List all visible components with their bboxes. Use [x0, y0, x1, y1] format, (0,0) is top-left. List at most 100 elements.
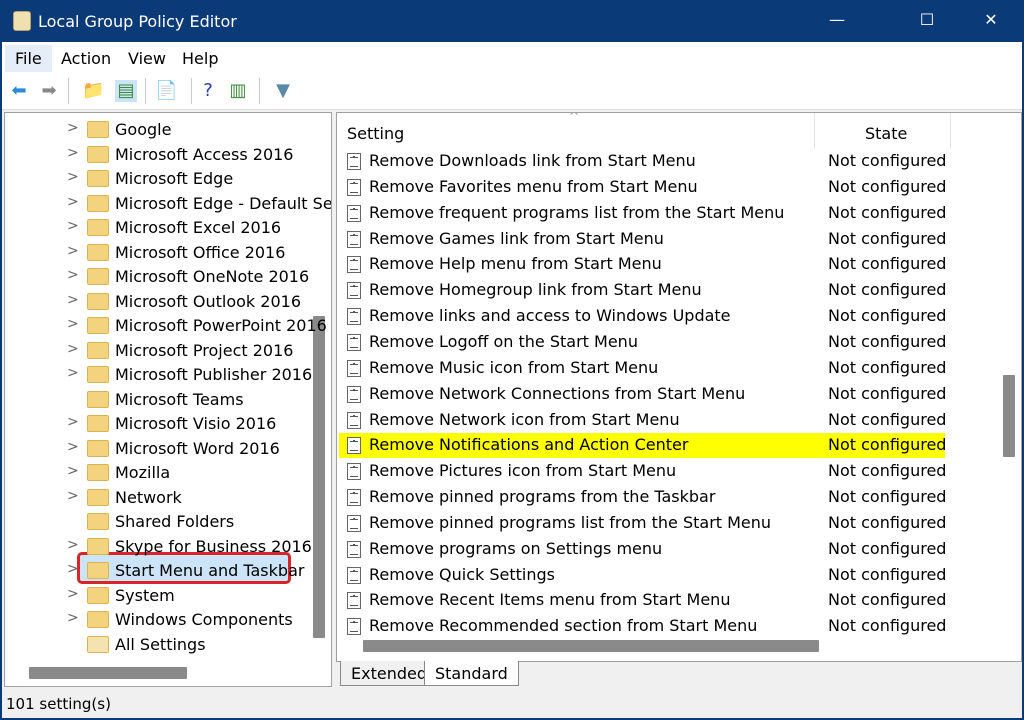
menu-file[interactable]: File	[5, 45, 52, 72]
tree-item-label: Google	[115, 120, 172, 139]
chevron-right-icon[interactable]: >	[67, 365, 79, 381]
tree-item[interactable]: > Mozilla	[5, 461, 310, 485]
list-item[interactable]: Remove Network icon from Start Menu Not c…	[339, 408, 946, 433]
tree-item[interactable]: > Microsoft Excel 2016	[5, 216, 310, 240]
chevron-right-icon[interactable]: >	[67, 316, 79, 332]
tree-item[interactable]: > Windows Components	[5, 608, 310, 632]
tree-item[interactable]: > Microsoft OneNote 2016	[5, 265, 310, 289]
list-item[interactable]: Remove Notifications and Action Center No…	[339, 433, 947, 459]
tree-item-label: Microsoft Edge - Default Se	[115, 193, 332, 213]
chevron-right-icon[interactable]: >	[67, 341, 79, 357]
list-item[interactable]: Remove Music icon from Start Menu Not con…	[339, 356, 946, 381]
list-item[interactable]: Remove frequent programs list from the S…	[339, 201, 947, 226]
chevron-right-icon[interactable]: >	[67, 537, 79, 553]
menu-view[interactable]: View	[128, 49, 166, 68]
setting-state: Not configured	[828, 331, 947, 351]
tree-item[interactable]: > Network	[5, 486, 310, 510]
chevron-right-icon[interactable]: >	[67, 488, 79, 504]
tree-horizontal-scrollbar[interactable]	[29, 667, 187, 679]
toolbar: ⬅ ➡ 📁 ▤ 📄? ▥ ▼	[2, 72, 1022, 110]
list-item[interactable]: Remove links and access to Windows Updat…	[339, 304, 946, 329]
setting-state: Not configured	[828, 280, 947, 300]
back-arrow-icon[interactable]: ⬅	[8, 80, 30, 102]
chevron-right-icon[interactable]: >	[67, 169, 79, 185]
tree-item[interactable]: > Microsoft Outlook 2016	[5, 290, 310, 314]
list-item[interactable]: Remove pinned programs from the Taskbar N…	[339, 485, 946, 510]
tree-item[interactable]: All Settings	[5, 633, 310, 657]
tree-item[interactable]: > Microsoft Word 2016	[5, 437, 310, 461]
tree-item[interactable]: > Microsoft Office 2016	[5, 241, 310, 265]
export-list-icon[interactable]: 📄	[155, 80, 177, 102]
tree-item[interactable]: > Microsoft Visio 2016	[5, 412, 310, 436]
forward-arrow-icon[interactable]: ➡	[38, 80, 60, 102]
chevron-right-icon[interactable]: >	[67, 145, 79, 161]
tree-item[interactable]: > Microsoft Edge - Default Se	[5, 192, 331, 216]
setting-state: Not configured	[828, 435, 947, 455]
list-vertical-scrollbar[interactable]	[1003, 375, 1015, 457]
close-button[interactable]: ✕	[976, 10, 1006, 29]
filter-icon[interactable]: ▼	[272, 80, 294, 102]
folder-icon	[87, 464, 109, 481]
chevron-right-icon[interactable]: >	[67, 414, 79, 430]
list-horizontal-scrollbar[interactable]	[363, 640, 819, 652]
chevron-right-icon[interactable]: >	[67, 463, 79, 479]
setting-name: Remove Recommended section from Start Me…	[369, 616, 758, 636]
setting-name: Remove Downloads link from Start Menu	[369, 151, 696, 170]
chevron-right-icon[interactable]: >	[67, 586, 79, 602]
list-item[interactable]: Remove pinned programs list from the Sta…	[339, 511, 946, 536]
tree-item[interactable]: > Microsoft Access 2016	[5, 143, 310, 167]
list-item[interactable]: Remove Pictures icon from Start Menu Not …	[339, 459, 946, 484]
list-item[interactable]: Remove Help menu from Start Menu Not conf…	[339, 252, 946, 277]
folder-icon	[87, 317, 109, 334]
list-item[interactable]: Remove Homegroup link from Start Menu Not…	[339, 278, 947, 303]
chevron-right-icon[interactable]: >	[67, 194, 79, 210]
folder-icon	[87, 366, 109, 383]
tree-item[interactable]: > Google	[5, 118, 310, 142]
tree-vertical-scrollbar[interactable]	[313, 316, 325, 638]
tree-item[interactable]: Shared Folders	[5, 510, 310, 534]
chevron-right-icon[interactable]: >	[67, 561, 79, 577]
chevron-right-icon[interactable]: >	[67, 267, 79, 283]
list-item[interactable]: Remove Network Connections from Start Me…	[339, 382, 946, 407]
tree-item[interactable]: > Microsoft Publisher 2016	[5, 363, 312, 387]
tab-standard[interactable]: Standard	[424, 661, 519, 686]
menu-bar: File Action View Help	[2, 42, 1022, 72]
chevron-right-icon[interactable]: >	[67, 120, 79, 136]
chevron-right-icon[interactable]: >	[67, 243, 79, 259]
list-item[interactable]: Remove Recommended section from Start Me…	[339, 614, 946, 639]
policy-setting-icon	[347, 514, 361, 532]
list-item[interactable]: Remove Downloads link from Start Menu Not…	[339, 149, 946, 174]
setting-state: Not configured	[828, 202, 947, 222]
help-icon[interactable]: ?	[197, 80, 219, 102]
maximize-button[interactable]: ☐	[912, 10, 942, 29]
tree-item[interactable]: > Microsoft PowerPoint 2016	[5, 314, 327, 338]
column-header-setting[interactable]: Setting ^	[337, 113, 815, 149]
column-header-state[interactable]: State	[815, 113, 951, 149]
chevron-right-icon[interactable]: >	[67, 610, 79, 626]
setting-name: Remove Network icon from Start Menu	[369, 409, 680, 429]
tree-item-label: Microsoft Teams	[115, 389, 244, 409]
tree-item[interactable]: > Microsoft Project 2016	[5, 339, 310, 363]
list-item[interactable]: Remove Recent Items menu from Start Menu…	[339, 588, 946, 613]
show-hide-action-pane-icon[interactable]: ▥	[227, 80, 249, 102]
menu-action[interactable]: Action	[61, 49, 111, 68]
minimize-button[interactable]: —	[822, 10, 852, 29]
chevron-right-icon[interactable]: >	[67, 218, 79, 234]
chevron-right-icon[interactable]: >	[67, 439, 79, 455]
list-item[interactable]: Remove Games link from Start Menu Not con…	[339, 227, 946, 252]
list-item[interactable]: Remove Favorites menu from Start Menu Not…	[339, 175, 946, 200]
menu-help[interactable]: Help	[182, 49, 218, 68]
up-folder-icon[interactable]: 📁	[82, 80, 104, 102]
tree-item[interactable]: > Microsoft Edge	[5, 167, 310, 191]
chevron-right-icon[interactable]: >	[67, 292, 79, 308]
tree-item[interactable]: > Skype for Business 2016	[5, 535, 312, 559]
tree-item[interactable]: Microsoft Teams	[5, 388, 310, 412]
show-hide-tree-icon[interactable]: ▤	[115, 80, 137, 102]
list-item[interactable]: Remove Quick Settings Not configured	[339, 563, 947, 588]
list-item[interactable]: Remove programs on Settings menu Not conf…	[339, 537, 946, 562]
list-item[interactable]: Remove Logoff on the Start Menu Not confi…	[339, 330, 947, 355]
tree-item[interactable]: > System	[5, 584, 310, 608]
setting-name: Remove Homegroup link from Start Menu	[369, 280, 702, 300]
tree-item[interactable]: > Start Menu and Taskbar	[5, 559, 310, 583]
setting-state: Not configured	[828, 564, 947, 584]
